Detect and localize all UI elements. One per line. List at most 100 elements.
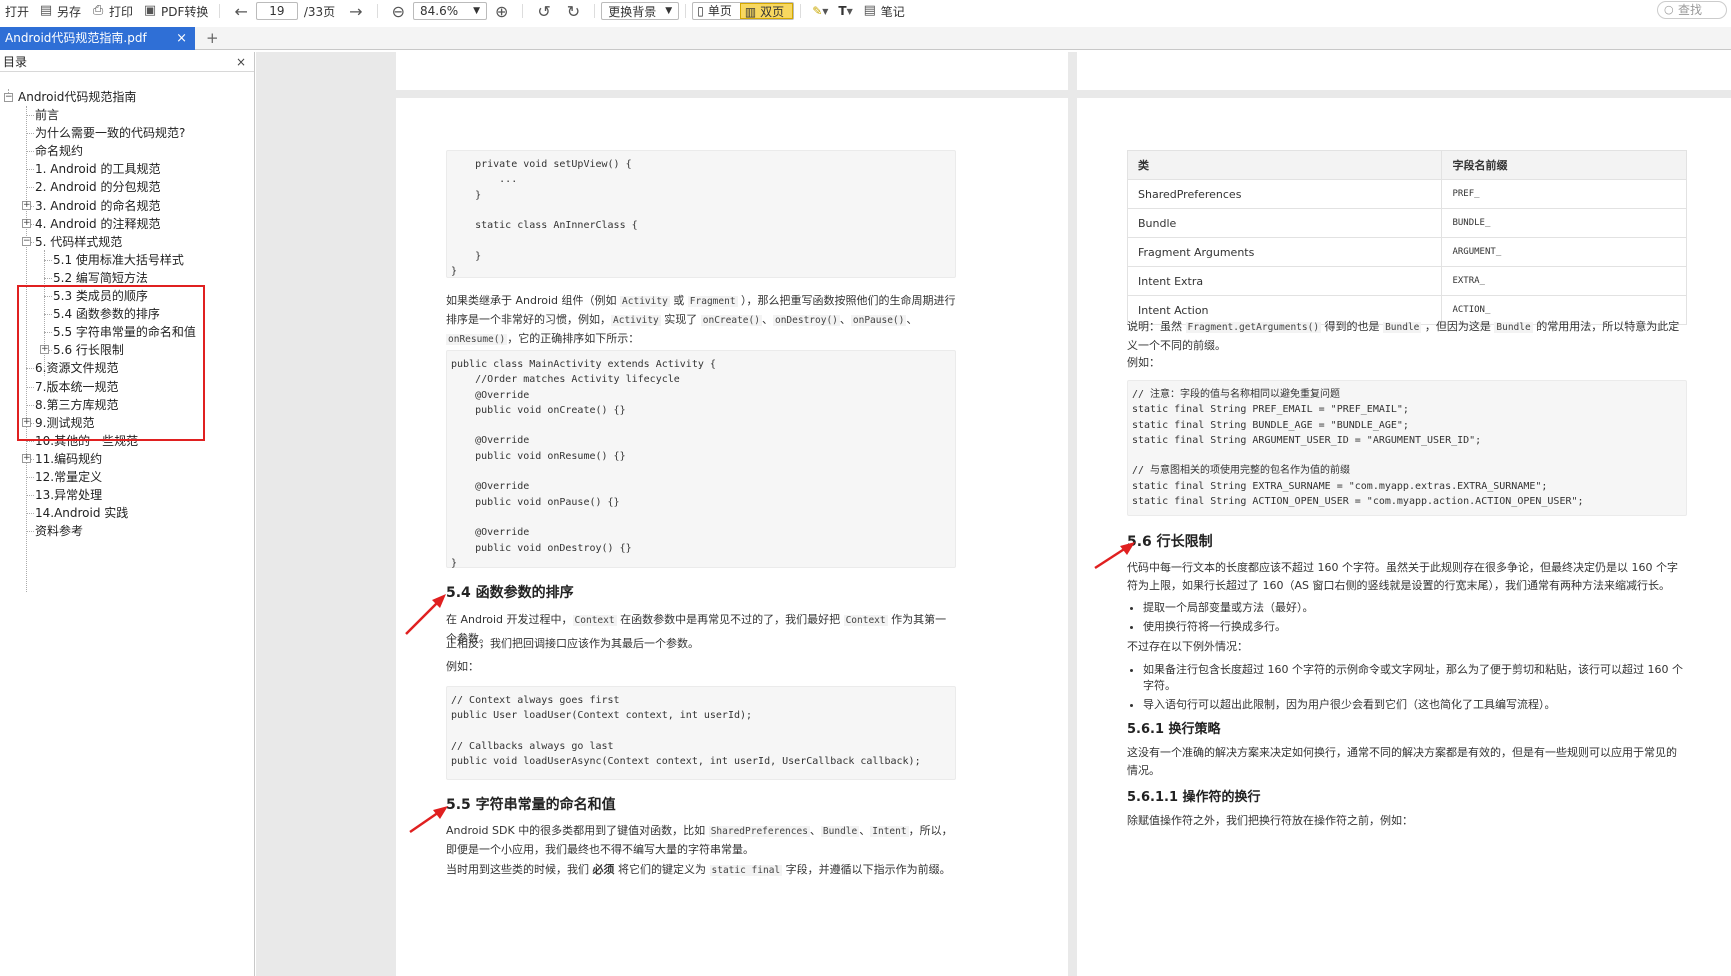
table-header: 类 xyxy=(1126,150,1443,180)
expand-icon[interactable]: + xyxy=(22,218,31,228)
save-as-label: 另存 xyxy=(57,4,82,19)
toc-item[interactable]: 3. Android 的命名规范 xyxy=(35,197,160,215)
table-header: 字段名前缀 xyxy=(1441,150,1687,180)
divider xyxy=(522,4,524,18)
toc-item[interactable]: 12.常量定义 xyxy=(35,468,102,486)
paragraph: Android SDK 中的很多类都用到了键值对函数，比如 SharedPref… xyxy=(446,824,953,856)
red-arrow-annotation xyxy=(405,594,446,635)
page-right: 类字段名前缀 SharedPreferences PREF_ Bundle BUNDL… xyxy=(1077,98,1731,976)
chevron-down-icon: ▼ xyxy=(665,6,673,16)
search-input[interactable]: ○ 查找 xyxy=(1657,1,1727,19)
notes-button[interactable]: ▤ 笔记 xyxy=(858,0,910,22)
chevron-down-icon: ▼ xyxy=(473,6,480,16)
zoom-select[interactable]: 84.6% ▼ xyxy=(412,2,487,20)
list-item: 导入语句行可以超出此限制，因为用户很少会看到它们（这也简化了工具编写流程）。 xyxy=(1143,697,1687,713)
list-item: 提取一个局部变量或方法（最好）。 xyxy=(1143,600,1687,616)
tree-connector xyxy=(44,259,52,261)
toc-item[interactable]: 资料参考 xyxy=(35,522,83,540)
list-item: 使用换行符将一行换成多行。 xyxy=(1143,619,1687,635)
paragraph: 不过存在以下例外情况： xyxy=(1127,640,1248,653)
divider xyxy=(800,4,802,18)
collapse-icon[interactable]: − xyxy=(22,236,31,246)
tree-connector xyxy=(26,151,34,153)
rotate-left-icon[interactable]: ↺ xyxy=(529,2,558,21)
divider xyxy=(594,4,596,18)
new-tab-button[interactable]: + xyxy=(200,27,225,50)
heading-5-6: 5.6 行长限制 xyxy=(1127,534,1213,550)
table-cell: ARGUMENT_ xyxy=(1441,237,1687,267)
code-block: public class MainActivity extends Activi… xyxy=(446,350,956,569)
toc-item[interactable]: 4. Android 的注释规范 xyxy=(35,215,160,233)
print-button[interactable]: ⎙ 打印 xyxy=(86,0,138,22)
toc-root[interactable]: Android代码规范指南 xyxy=(18,88,136,106)
table-cell: Intent Extra xyxy=(1126,266,1443,296)
tree-connector xyxy=(26,169,34,171)
paragraph: 例如： xyxy=(1127,356,1160,369)
table-cell: BUNDLE_ xyxy=(1441,208,1687,238)
zoom-value: 84.6% xyxy=(419,4,459,18)
table-row: SharedPreferences PREF_ xyxy=(1126,179,1687,209)
single-page-button[interactable]: ▯ 单页 xyxy=(693,3,740,19)
page-previous-right xyxy=(1077,52,1731,90)
toc-item[interactable]: 2. Android 的分包规范 xyxy=(35,178,160,196)
toc-item[interactable]: 11.编码规约 xyxy=(35,450,102,468)
page-previous-left xyxy=(396,52,1068,90)
expand-icon[interactable]: + xyxy=(22,200,31,210)
note-icon: ▤ xyxy=(863,3,876,18)
toc-item[interactable]: 前言 xyxy=(35,106,59,124)
text-icon[interactable]: T ▼ xyxy=(833,0,857,22)
heading-5-4: 5.4 函数参数的排序 xyxy=(446,585,574,601)
highlighter-icon[interactable]: ✎ ▼ xyxy=(807,0,833,22)
zoom-out-icon[interactable]: ⊖ xyxy=(384,2,413,21)
toc-sidebar: 目录 × − Android代码规范指南 前言 为什么需要一致的代码规范? 命名规约… xyxy=(0,52,255,976)
document-tab[interactable]: Android代码规范指南.pdf × xyxy=(0,27,195,50)
table-row: Intent Extra EXTRA_ xyxy=(1126,266,1687,296)
collapse-icon[interactable]: − xyxy=(4,93,13,102)
rotate-right-icon[interactable]: ↻ xyxy=(559,2,588,21)
document-viewer[interactable]: private void setUpView() { ... } static … xyxy=(256,52,1731,976)
toc-item[interactable]: 13.异常处理 xyxy=(35,486,102,504)
prefix-table: 类字段名前缀 SharedPreferences PREF_ Bundle BUNDL… xyxy=(1126,150,1687,325)
toc-item[interactable]: 14.Android 实践 xyxy=(35,504,128,522)
toc-item[interactable]: 5. 代码样式规范 xyxy=(35,233,122,251)
double-page-label: 双页 xyxy=(760,5,785,19)
forward-arrow-icon[interactable]: → xyxy=(341,2,370,21)
heading-5-6-1: 5.6.1 换行策略 xyxy=(1127,722,1221,737)
table-cell: PREF_ xyxy=(1441,179,1687,209)
back-arrow-icon[interactable]: ← xyxy=(226,2,255,21)
heading-5-6-1-1: 5.6.1.1 操作符的换行 xyxy=(1127,790,1261,805)
tree-connector xyxy=(26,495,34,497)
toc-root-label: Android代码规范指南 xyxy=(18,90,137,104)
expand-icon[interactable]: + xyxy=(22,453,31,463)
paragraph: 除赋值操作符之外，我们把换行符放在操作符之前，例如： xyxy=(1127,814,1413,827)
close-icon[interactable]: × xyxy=(176,27,187,50)
paragraph: 当时用到这些类的时候，我们 必须 将它们的键定义为 static final 字… xyxy=(446,863,951,876)
table-row: Fragment Arguments ARGUMENT_ xyxy=(1126,237,1687,267)
close-icon[interactable]: × xyxy=(236,52,246,72)
tree-connector xyxy=(26,187,34,189)
annotation-highlight-box xyxy=(17,285,205,441)
open-button[interactable]: 打开 xyxy=(0,0,34,22)
toc-item[interactable]: 1. Android 的工具规范 xyxy=(35,160,160,178)
table-cell: EXTRA_ xyxy=(1441,266,1687,296)
double-page-button[interactable]: ▥ 双页 xyxy=(739,3,794,19)
print-icon: ⎙ xyxy=(92,3,104,18)
page-total: /33页 xyxy=(303,4,336,19)
code-block: // 注意：字段的值与名称相同以避免重复问题 static final Stri… xyxy=(1127,380,1687,516)
paragraph: 正相反，我们把回调接口应该作为其最后一个参数。 xyxy=(446,637,699,650)
table-cell: Fragment Arguments xyxy=(1126,237,1443,267)
divider xyxy=(219,4,221,18)
toc-item[interactable]: 5.1 使用标准大括号样式 xyxy=(53,251,184,269)
save-as-button[interactable]: ▤ 另存 xyxy=(34,0,86,22)
search-icon: ○ xyxy=(1664,3,1674,16)
open-label: 打开 xyxy=(5,4,30,19)
tree-connector xyxy=(44,277,52,279)
pdf-convert-button[interactable]: ▣ PDF转换 xyxy=(138,0,213,22)
toc-item[interactable]: 命名规约 xyxy=(35,142,83,160)
background-select[interactable]: 更换背景 ▼ xyxy=(601,2,680,20)
toolbar: 打开 ▤ 另存 ⎙ 打印 ▣ PDF转换 ← 19 /33页 → ⊖ 84.6% ▼ ⊕… xyxy=(0,0,1731,22)
toc-item[interactable]: 为什么需要一致的代码规范? xyxy=(35,124,185,142)
tree-connector xyxy=(26,115,34,116)
zoom-in-icon[interactable]: ⊕ xyxy=(487,2,516,21)
page-number-input[interactable]: 19 xyxy=(255,2,298,20)
